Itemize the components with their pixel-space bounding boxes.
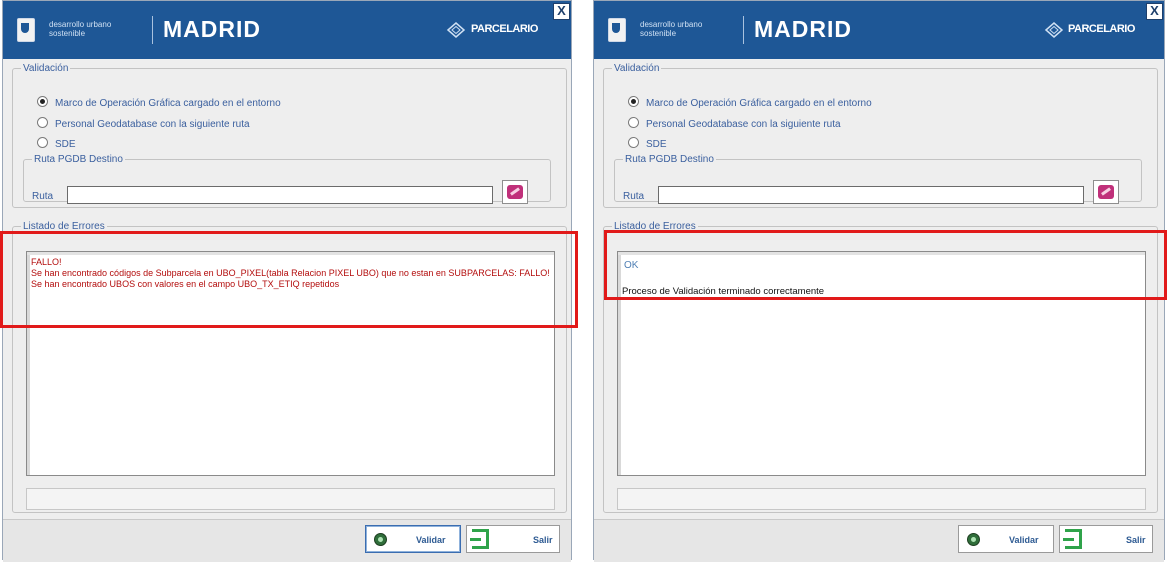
salir-button[interactable]: Salir xyxy=(466,525,560,553)
status-field xyxy=(617,488,1146,510)
folder-picker-icon xyxy=(507,185,523,199)
footer-bar: Validar Salir xyxy=(594,519,1164,562)
madrid-crest-icon xyxy=(17,18,35,42)
exit-icon xyxy=(470,529,489,549)
validate-icon xyxy=(967,533,980,546)
close-icon[interactable]: X xyxy=(553,3,570,20)
validation-group: Validación Marco de Operación Gráfica ca… xyxy=(603,63,1158,208)
salir-label: Salir xyxy=(1126,535,1146,545)
validation-legend: Validación xyxy=(23,63,69,74)
validate-icon xyxy=(374,533,387,546)
radio-label: SDE xyxy=(55,139,76,150)
brand-title: MADRID xyxy=(754,16,852,42)
radio-option-personal-gdb[interactable]: Personal Geodatabase con la siguiente ru… xyxy=(628,117,841,130)
ruta-group: Ruta PGDB Destino Ruta xyxy=(23,154,551,204)
radio-label: SDE xyxy=(646,139,667,150)
highlight-box-ok xyxy=(604,230,1167,300)
validation-legend: Validación xyxy=(614,63,660,74)
ruta-label: Ruta xyxy=(32,191,54,202)
ruta-input[interactable] xyxy=(67,186,493,204)
radio-option-marco[interactable]: Marco de Operación Gráfica cargado en el… xyxy=(37,96,281,109)
folder-picker-button[interactable] xyxy=(1093,180,1119,204)
radio-option-sde[interactable]: SDE xyxy=(628,137,667,150)
radio-icon[interactable] xyxy=(628,137,639,148)
brand-subtitle: desarrollo urbano sostenible xyxy=(640,20,703,38)
brand-subtitle: desarrollo urbano sostenible xyxy=(49,20,112,38)
validar-button[interactable]: Validar xyxy=(365,525,461,553)
folder-picker-button[interactable] xyxy=(502,180,528,204)
exit-icon xyxy=(1063,529,1082,549)
validar-label: Validar xyxy=(1009,535,1039,545)
folder-picker-icon xyxy=(1098,185,1114,199)
ruta-legend: Ruta PGDB Destino xyxy=(625,154,714,165)
radio-option-sde[interactable]: SDE xyxy=(37,137,76,150)
header-divider xyxy=(743,16,744,44)
salir-label: Salir xyxy=(533,535,553,545)
ruta-legend: Ruta PGDB Destino xyxy=(34,154,123,165)
ruta-group: Ruta PGDB Destino Ruta xyxy=(614,154,1142,204)
radio-icon[interactable] xyxy=(37,137,48,148)
radio-selected-icon[interactable] xyxy=(628,96,639,107)
validation-group: Validación Marco de Operación Gráfica ca… xyxy=(12,63,567,208)
madrid-crest-icon xyxy=(608,18,626,42)
footer-bar: Validar Salir xyxy=(3,519,571,562)
radio-icon[interactable] xyxy=(628,117,639,128)
salir-button[interactable]: Salir xyxy=(1059,525,1153,553)
validar-label: Validar xyxy=(416,535,446,545)
brand-title: MADRID xyxy=(163,16,261,42)
radio-option-personal-gdb[interactable]: Personal Geodatabase con la siguiente ru… xyxy=(37,117,250,130)
ruta-input[interactable] xyxy=(658,186,1084,204)
product-name: PARCELARIO xyxy=(471,23,538,35)
radio-label: Marco de Operación Gráfica cargado en el… xyxy=(646,98,872,109)
parcelario-logo-icon xyxy=(1044,22,1064,38)
radio-label: Marco de Operación Gráfica cargado en el… xyxy=(55,98,281,109)
app-header: desarrollo urbano sostenible MADRID PARC… xyxy=(594,1,1164,59)
radio-icon[interactable] xyxy=(37,117,48,128)
radio-label: Personal Geodatabase con la siguiente ru… xyxy=(646,119,841,130)
highlight-box-errors xyxy=(0,231,578,328)
radio-label: Personal Geodatabase con la siguiente ru… xyxy=(55,119,250,130)
radio-option-marco[interactable]: Marco de Operación Gráfica cargado en el… xyxy=(628,96,872,109)
status-field xyxy=(26,488,555,510)
validar-button[interactable]: Validar xyxy=(958,525,1054,553)
close-icon[interactable]: X xyxy=(1146,3,1163,20)
radio-selected-icon[interactable] xyxy=(37,96,48,107)
product-name: PARCELARIO xyxy=(1068,23,1135,35)
parcelario-logo-icon xyxy=(446,22,466,38)
header-divider xyxy=(152,16,153,44)
ruta-label: Ruta xyxy=(623,191,645,202)
app-header: desarrollo urbano sostenible MADRID PARC… xyxy=(3,1,571,59)
